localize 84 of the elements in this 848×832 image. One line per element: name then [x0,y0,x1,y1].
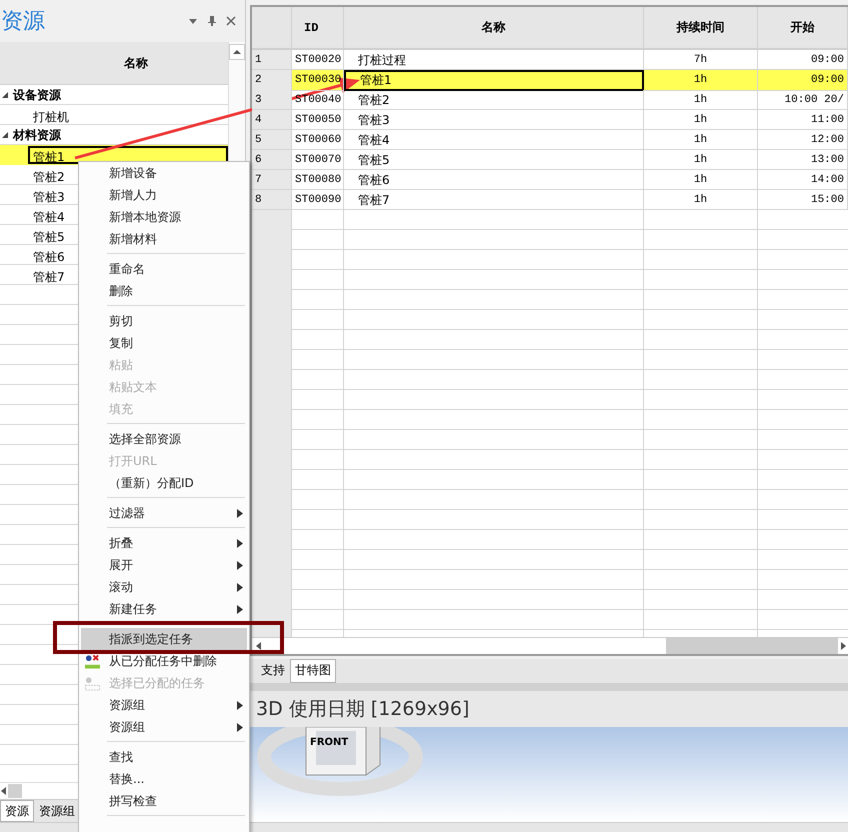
panel-title: 资源 [1,8,46,36]
pin-icon[interactable] [206,15,218,27]
menu-item[interactable]: 资源组 [81,716,247,738]
table-cell: 管桩2 [344,90,644,110]
table-cell: 1h [644,70,758,91]
menu-item[interactable]: 指派到选定任务 [81,628,247,650]
menu-item[interactable]: 删除 [81,280,247,302]
table-cell: 管桩1 [344,70,644,91]
submenu-arrow-icon [237,582,243,592]
select-tasks-icon [85,676,100,690]
table-cell: 1h [644,150,758,170]
view-title: 3D 使用日期 [1269x96] [256,697,470,722]
table-cell: 1h [644,170,758,190]
tree-group[interactable]: 材料资源 [13,126,61,144]
scrollbar-thumb[interactable] [666,638,838,654]
menu-item[interactable]: 新增设备 [81,162,247,184]
menu-item[interactable]: 新增本地资源 [81,206,247,228]
tab[interactable]: 支持 [256,659,290,683]
table-cell: 10:00 20/ [758,90,848,110]
table-cell: 打桩过程 [344,50,644,70]
tab[interactable]: 甘特图 [290,659,336,683]
submenu-arrow-icon [237,508,243,518]
table-cell: ST00070 [292,150,344,170]
collapse-icon[interactable] [1,131,9,139]
table-cell: 管桩6 [344,170,644,190]
table-cell: 14:00 [758,170,848,190]
menu-item[interactable]: 资源组 [81,694,247,716]
menu-item[interactable]: 选择全部资源 [81,428,247,450]
menu-item[interactable]: 替换... [81,768,247,790]
menu-item[interactable]: 新增人力 [81,184,247,206]
menu-item[interactable]: 拼写检查 [81,790,247,812]
row-number: 4 [252,110,292,130]
submenu-arrow-icon [237,604,243,614]
column-header[interactable]: 开始 [758,7,848,48]
scroll-up-icon[interactable] [229,44,245,60]
table-cell: 管桩5 [344,150,644,170]
tree-group[interactable]: 设备资源 [13,86,61,104]
table-cell: 1h [644,110,758,130]
menu-item[interactable]: 折叠 [81,532,247,554]
table-cell: ST00090 [292,190,344,210]
menu-item[interactable]: 新建任务 [81,598,247,620]
table-cell: 1h [644,90,758,110]
tree-item[interactable]: 打桩机 [28,106,228,124]
table-cell: 15:00 [758,190,848,210]
menu-item[interactable]: 展开 [81,554,247,576]
submenu-arrow-icon [237,700,243,710]
table-cell: 11:00 [758,110,848,130]
table-cell: 管桩3 [344,110,644,130]
view-cube-label[interactable]: FRONT [310,737,348,748]
column-header[interactable]: 名称 [344,7,644,48]
table-cell: ST00060 [292,130,344,150]
column-header[interactable]: ID [292,7,344,48]
table-cell: 管桩4 [344,130,644,150]
close-icon[interactable] [225,15,237,27]
menu-item[interactable]: 滚动 [81,576,247,598]
menu-item[interactable]: 复制 [81,332,247,354]
tab[interactable]: 资源 [0,800,34,822]
scroll-left-icon[interactable] [0,784,8,798]
submenu-arrow-icon [237,722,243,732]
menu-item[interactable]: 剪切 [81,310,247,332]
submenu-arrow-icon [237,560,243,570]
menu-item[interactable]: 重命名 [81,258,247,280]
table-cell: 1h [644,130,758,150]
row-number: 2 [252,70,292,91]
scrollbar-thumb[interactable] [8,784,22,798]
column-header[interactable]: 持续时间 [644,7,758,48]
menu-item[interactable]: 过滤器 [81,502,247,524]
collapse-icon[interactable] [1,91,9,99]
table-cell: 12:00 [758,130,848,150]
table-cell: ST00080 [292,170,344,190]
column-header: 名称 [0,42,228,85]
menu-item[interactable]: 新增材料 [81,228,247,250]
menu-item[interactable]: （重新）分配ID [81,472,247,494]
table-cell: 1h [644,190,758,210]
table-cell: 09:00 [758,70,848,91]
row-number: 3 [252,90,292,110]
table-cell: ST00050 [292,110,344,130]
table-cell: 13:00 [758,150,848,170]
table-cell: 管桩7 [344,190,644,210]
menu-item[interactable]: 查找 [81,746,247,768]
submenu-arrow-icon [237,538,243,548]
menu-item[interactable]: 从已分配任务中删除 [81,650,247,672]
tab[interactable]: 资源组 [34,800,80,822]
remove-assignment-icon [85,654,100,668]
